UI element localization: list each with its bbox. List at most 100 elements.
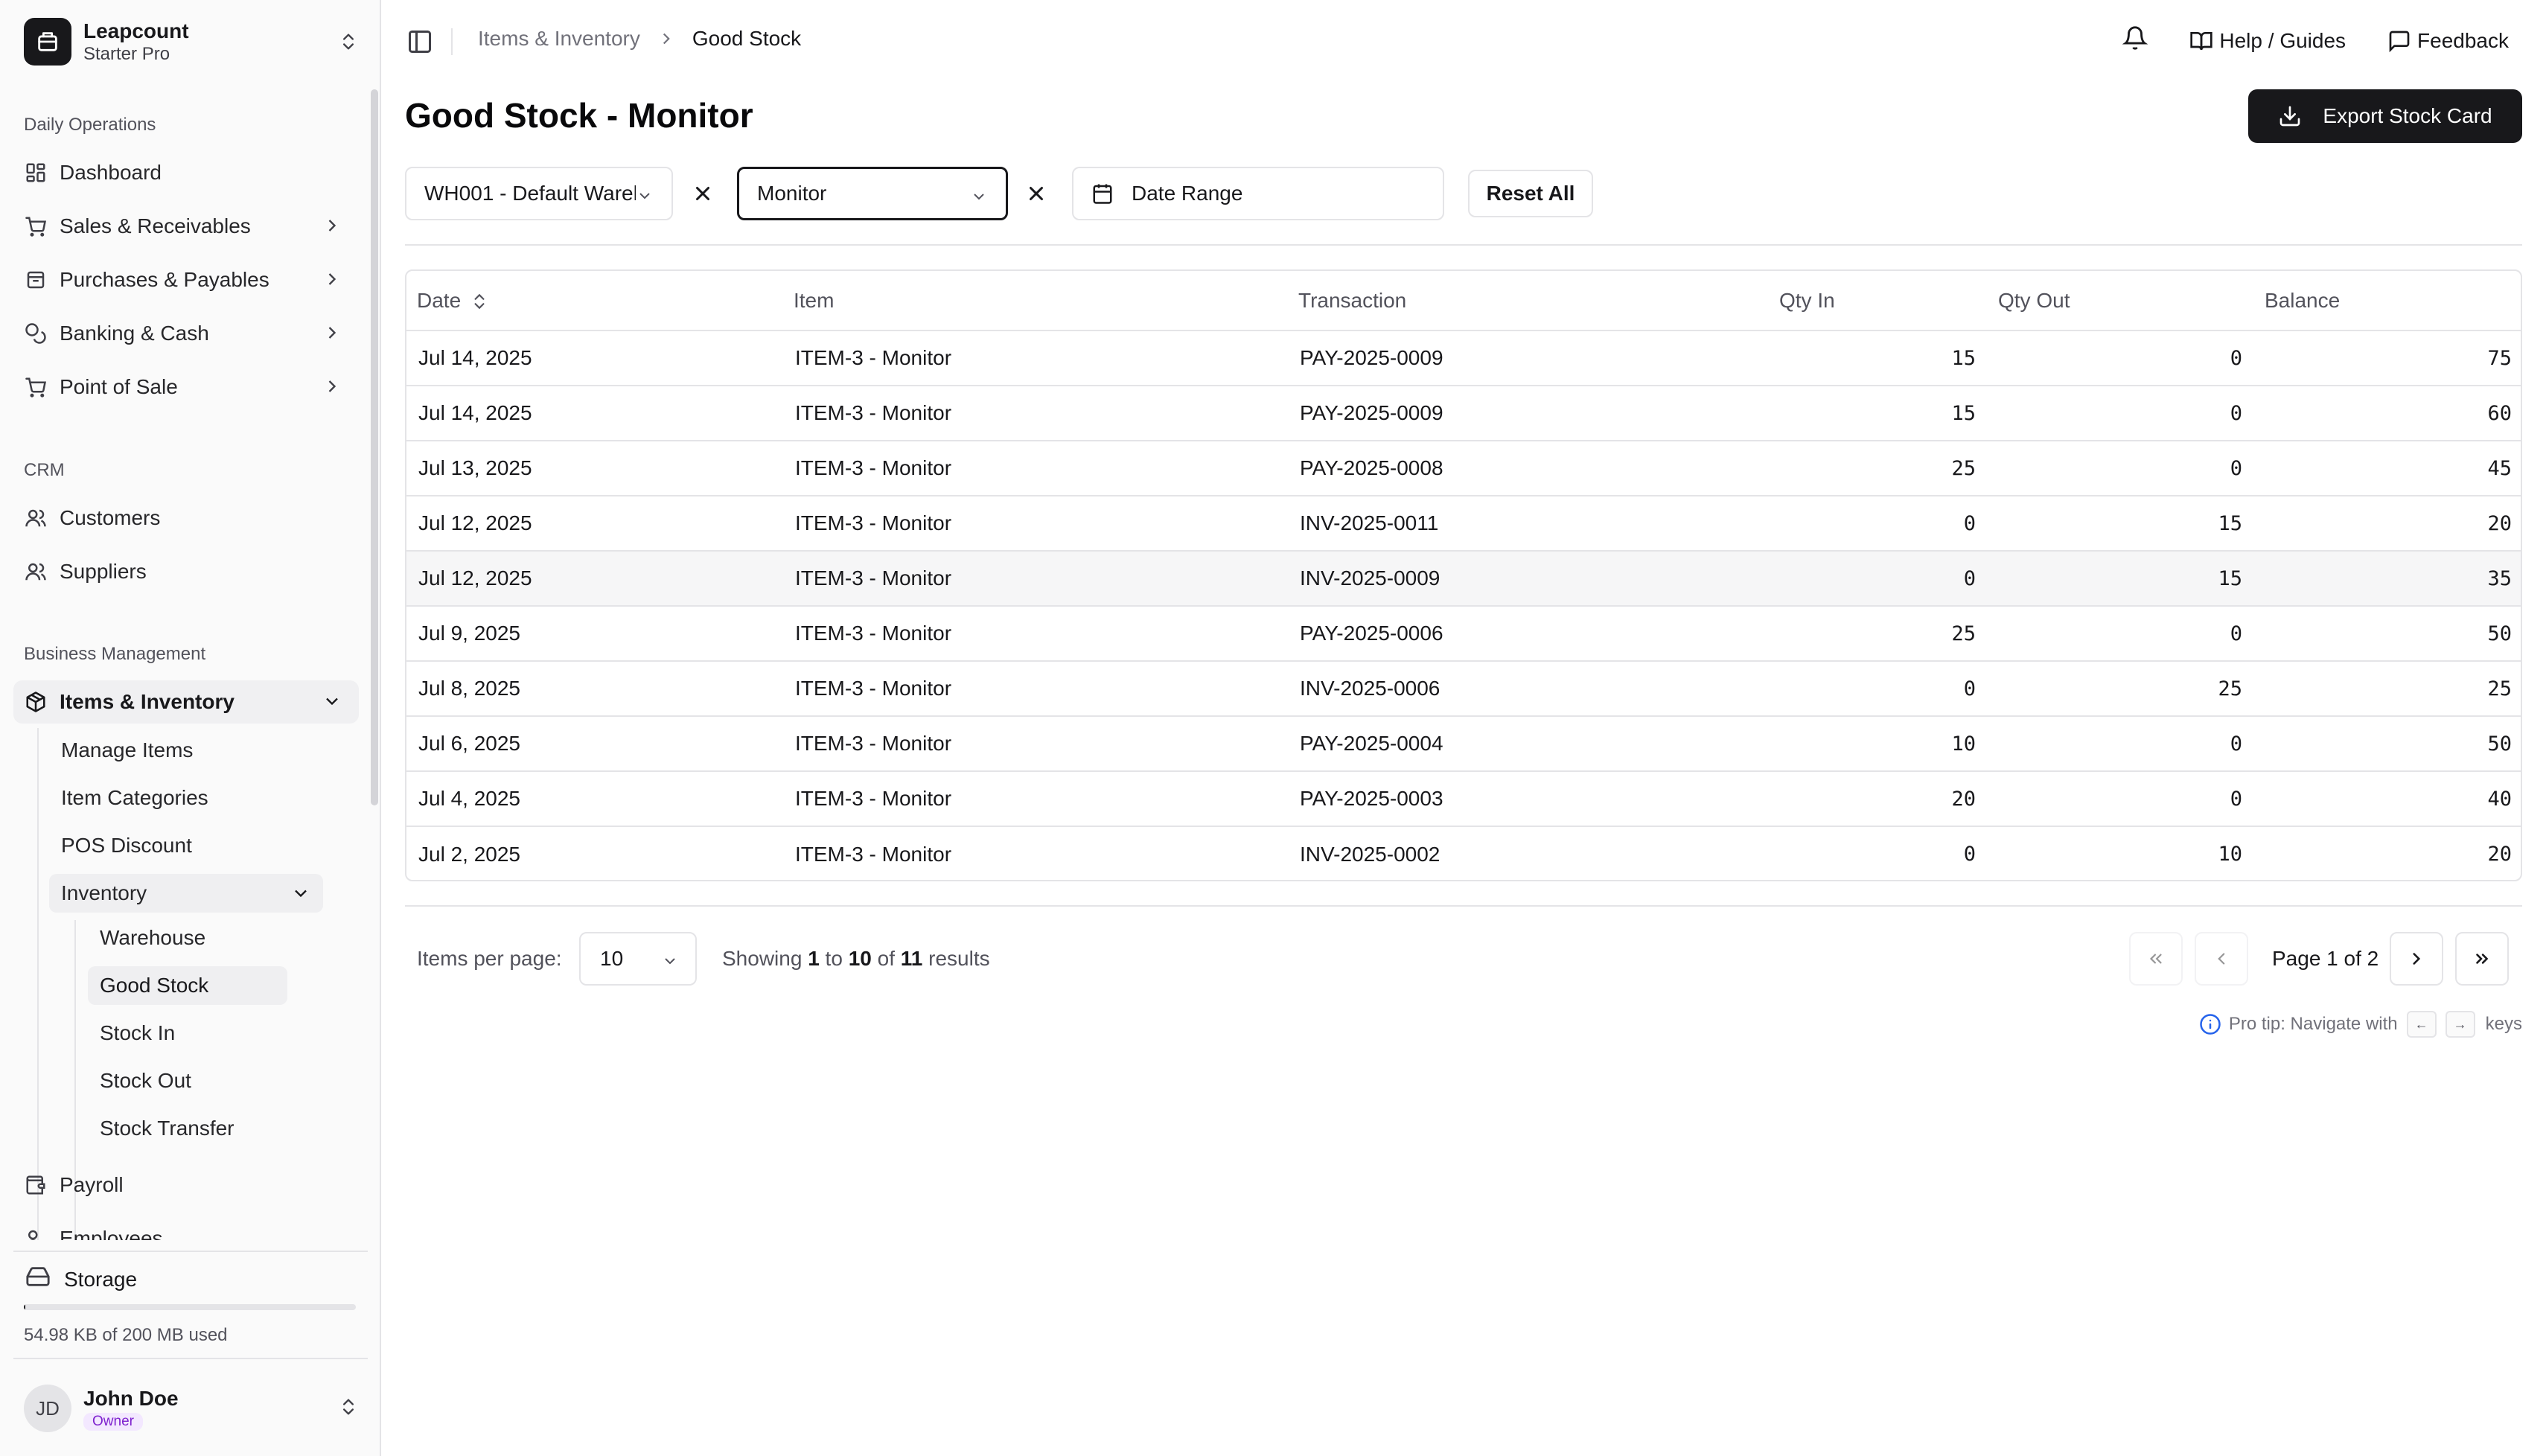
breadcrumb-items-inventory[interactable]: Items & Inventory: [478, 27, 640, 51]
avatar: JD: [24, 1385, 71, 1432]
pro-tip-keys: keys: [2485, 1014, 2522, 1034]
cell-item: ITEM-3 - Monitor: [795, 842, 952, 866]
cell-transaction: PAY-2025-0009: [1300, 401, 1443, 424]
clear-warehouse-x-icon[interactable]: [689, 180, 716, 207]
cell-date: Jul 8, 2025: [418, 677, 520, 700]
nav-good-stock[interactable]: Good Stock: [88, 966, 287, 1005]
table-row[interactable]: Jul 4, 2025 ITEM-3 - Monitor PAY-2025-0003…: [406, 771, 2521, 826]
nav-inventory[interactable]: Inventory: [49, 874, 323, 913]
results-summary: Showing 1 to 10 of 11 results: [722, 947, 990, 970]
cell-qty-in: 10: [1951, 732, 1976, 756]
nav-item-categories[interactable]: Item Categories: [49, 779, 325, 817]
cell-balance: 20: [2487, 843, 2512, 866]
info-icon: [2200, 1014, 2221, 1035]
reset-all-button[interactable]: Reset All: [1468, 170, 1593, 217]
cell-balance: 45: [2487, 456, 2512, 480]
feedback-button[interactable]: Feedback: [2387, 29, 2509, 53]
cell-balance: 20: [2487, 511, 2512, 535]
storage-progress-bar: [24, 1304, 356, 1310]
nav-employees[interactable]: Employees: [13, 1217, 359, 1240]
item-select-value: Monitor: [757, 182, 827, 205]
cell-qty-out: 0: [2230, 732, 2242, 756]
help-guides-button[interactable]: Help / Guides: [2189, 29, 2346, 53]
chevron-right-icon: [657, 29, 676, 48]
nav-point-of-sale[interactable]: Point of Sale: [13, 365, 359, 409]
nav-pos-discount[interactable]: POS Discount: [49, 826, 325, 865]
table-row[interactable]: Jul 13, 2025 ITEM-3 - Monitor PAY-2025-000…: [406, 441, 2521, 496]
nav-stock-transfer[interactable]: Stock Transfer: [88, 1109, 287, 1148]
nav-purchases-label: Purchases & Payables: [60, 268, 269, 291]
chevrons-up-down-icon: [470, 292, 489, 311]
table-row[interactable]: Jul 14, 2025 ITEM-3 - Monitor PAY-2025-000…: [406, 386, 2521, 441]
last-page-button[interactable]: [2455, 932, 2509, 986]
cell-qty-in: 0: [1963, 843, 1976, 866]
table-row[interactable]: Jul 6, 2025 ITEM-3 - Monitor PAY-2025-0004…: [406, 716, 2521, 771]
warehouse-select[interactable]: WH001 - Default Warehouse: [405, 167, 673, 220]
table-row[interactable]: Jul 12, 2025 ITEM-3 - Monitor INV-2025-001…: [406, 496, 2521, 551]
nav-items-inventory[interactable]: Items & Inventory: [13, 680, 359, 724]
first-page-button[interactable]: [2129, 932, 2183, 986]
nav-stock-out[interactable]: Stock Out: [88, 1061, 287, 1100]
sidebar-scrollbar[interactable]: [371, 89, 378, 805]
nav-stock-in-label: Stock In: [100, 1021, 176, 1044]
previous-page-button[interactable]: [2195, 932, 2248, 986]
nav-sales-receivables[interactable]: Sales & Receivables: [13, 205, 359, 248]
app-name: Leapcount: [83, 19, 189, 42]
nav-banking-cash[interactable]: Banking & Cash: [13, 312, 359, 355]
chevron-down-icon: [290, 883, 311, 909]
message-square-icon: [2389, 31, 2410, 52]
column-header-qty-in: Qty In: [1769, 271, 1988, 331]
cell-qty-in: 0: [1963, 566, 1976, 590]
table-row[interactable]: Jul 12, 2025 ITEM-3 - Monitor INV-2025-000…: [406, 551, 2521, 606]
nav-stock-in[interactable]: Stock In: [88, 1014, 287, 1053]
date-range-label: Date Range: [1132, 182, 1243, 205]
column-header-transaction: Transaction: [1288, 271, 1769, 331]
nav-suppliers[interactable]: Suppliers: [13, 550, 359, 593]
nav-purchases-payables[interactable]: Purchases & Payables: [13, 258, 359, 301]
nav-payroll[interactable]: Payroll: [13, 1163, 359, 1207]
users-icon: [24, 506, 48, 530]
clear-item-x-icon[interactable]: [1023, 180, 1050, 207]
cell-balance: 25: [2487, 677, 2512, 700]
cart-icon: [24, 214, 48, 238]
nav-dashboard[interactable]: Dashboard: [13, 151, 359, 194]
cell-transaction: INV-2025-0011: [1300, 511, 1439, 534]
cell-qty-out: 0: [2230, 787, 2242, 811]
table-row[interactable]: Jul 8, 2025 ITEM-3 - Monitor INV-2025-0006…: [406, 661, 2521, 716]
user-menu[interactable]: JD John Doe Owner: [24, 1382, 359, 1435]
items-per-page-select[interactable]: 10: [579, 932, 697, 986]
table-row[interactable]: Jul 14, 2025 ITEM-3 - Monitor PAY-2025-000…: [406, 331, 2521, 386]
sidebar: Leapcount Starter Pro Daily Operations D…: [0, 0, 381, 1456]
cell-qty-in: 20: [1951, 787, 1976, 811]
cell-balance: 50: [2487, 622, 2512, 645]
cell-transaction: INV-2025-0006: [1300, 677, 1440, 700]
sidebar-toggle-icon[interactable]: [406, 28, 433, 59]
nav-manage-items-label: Manage Items: [61, 738, 194, 761]
item-select[interactable]: Monitor: [737, 167, 1008, 220]
nav-payroll-label: Payroll: [60, 1173, 124, 1196]
users-icon: [24, 1227, 48, 1240]
cell-date: Jul 9, 2025: [418, 622, 520, 645]
cell-transaction: PAY-2025-0006: [1300, 622, 1443, 645]
cell-date: Jul 12, 2025: [418, 511, 532, 534]
user-role-badge: Owner: [83, 1413, 143, 1431]
table-row[interactable]: Jul 9, 2025 ITEM-3 - Monitor PAY-2025-0006…: [406, 606, 2521, 661]
table-row[interactable]: Jul 2, 2025 ITEM-3 - Monitor INV-2025-0002…: [406, 826, 2521, 880]
date-range-picker[interactable]: Date Range: [1072, 167, 1444, 220]
column-header-date[interactable]: Date: [406, 271, 783, 331]
nav-manage-items[interactable]: Manage Items: [49, 731, 325, 770]
column-header-qty-out: Qty Out: [1988, 271, 2254, 331]
cell-qty-in: 0: [1963, 511, 1976, 535]
cell-date: Jul 4, 2025: [418, 787, 520, 810]
bell-icon[interactable]: [2122, 25, 2148, 56]
nav-employees-label: Employees: [60, 1227, 163, 1240]
export-stock-card-button[interactable]: Export Stock Card: [2248, 89, 2522, 143]
nav-customers[interactable]: Customers: [13, 496, 359, 540]
coins-icon: [24, 322, 48, 345]
cell-qty-out: 25: [2218, 677, 2242, 700]
nav-warehouse-label: Warehouse: [100, 926, 206, 949]
next-page-button[interactable]: [2390, 932, 2443, 986]
workspace-switcher[interactable]: Leapcount Starter Pro: [24, 18, 359, 66]
storage-progress-fill: [24, 1304, 25, 1310]
nav-warehouse[interactable]: Warehouse: [88, 919, 287, 957]
